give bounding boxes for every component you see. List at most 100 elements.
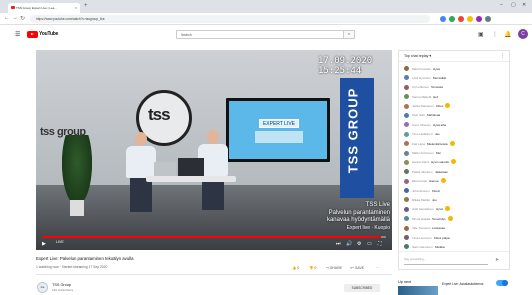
chat-author-avatar[interactable] bbox=[404, 84, 409, 90]
chat-message-list[interactable]: Matti Kuusisto Hyvä Liisa Hyvönen Moi kaikk… bbox=[399, 64, 509, 252]
address-bar[interactable]: https://www.youtube.com/watch?v=tssgroup… bbox=[30, 15, 430, 23]
chat-author-name[interactable]: Liisa Hyvönen bbox=[412, 76, 431, 80]
chat-author-name[interactable]: Riikka Mattila bbox=[412, 198, 430, 202]
chat-message: Elina Koski Hienoa bbox=[399, 177, 509, 186]
chat-author-name[interactable]: Jukka Rantanen bbox=[412, 104, 434, 108]
play-button[interactable]: ▶ bbox=[42, 241, 46, 247]
minimize-button[interactable]: – bbox=[500, 2, 503, 8]
emoji-icon bbox=[448, 215, 453, 221]
chat-message-text: Hei! bbox=[433, 94, 439, 99]
chat-author-avatar[interactable] bbox=[404, 75, 409, 81]
browser-window: TSS Group Expert Live | Lea... × + – ▢ ✕… bbox=[0, 0, 532, 295]
chat-author-avatar[interactable] bbox=[404, 225, 409, 231]
more-actions-icon[interactable]: ⋯ bbox=[376, 266, 380, 270]
save-button[interactable]: ≡+ SAVE bbox=[350, 266, 364, 270]
channel-avatar[interactable]: tss bbox=[37, 282, 48, 293]
next-video-thumbnail[interactable] bbox=[398, 286, 438, 295]
browser-extension-icon[interactable] bbox=[440, 16, 446, 22]
browser-extension-icon[interactable] bbox=[485, 16, 491, 22]
chat-author-name[interactable]: Kati Laine bbox=[412, 142, 425, 146]
chat-author-name[interactable]: Antti Savolainen bbox=[412, 207, 434, 211]
chat-author-name[interactable]: Pekka Järvinen bbox=[412, 170, 433, 174]
chat-author-avatar[interactable] bbox=[404, 235, 409, 241]
subscribe-button[interactable]: SUBSCRIBED bbox=[344, 284, 380, 292]
channel-name[interactable]: TSS Group bbox=[52, 283, 71, 287]
chat-author-avatar[interactable] bbox=[404, 197, 409, 203]
chat-more-icon[interactable]: ⋮ bbox=[500, 53, 505, 59]
close-tab-icon[interactable]: × bbox=[75, 5, 77, 10]
chat-author-name[interactable]: Ville Toivonen bbox=[412, 226, 430, 230]
chat-author-name[interactable]: Minna Hakala bbox=[412, 217, 430, 221]
chat-author-name[interactable]: Sanna Mäkelä bbox=[412, 95, 431, 99]
volume-icon[interactable]: 🔊 bbox=[346, 241, 352, 247]
chat-author-name[interactable]: Anne Virtanen bbox=[412, 123, 431, 127]
chat-author-name[interactable]: Tiina Leinonen bbox=[412, 236, 432, 240]
hamburger-menu-icon[interactable]: ☰ bbox=[15, 31, 20, 38]
video-title: Expert Live: Palvelun parantaminen tekoä… bbox=[36, 256, 134, 261]
chat-author-avatar[interactable] bbox=[404, 141, 409, 147]
video-player[interactable]: tss group tss EXPERT LIVE TSS GROUP 17.0… bbox=[36, 50, 392, 250]
browser-extension-icon[interactable] bbox=[467, 16, 473, 22]
send-icon[interactable]: ➤ bbox=[495, 257, 499, 263]
chat-author-name[interactable]: Mikko Korhonen bbox=[412, 151, 434, 155]
chat-author-name[interactable]: Elina Koski bbox=[412, 179, 427, 183]
search-button[interactable]: ⌕ bbox=[343, 30, 355, 39]
youtube-logo-text[interactable]: YouTube bbox=[39, 31, 58, 37]
new-tab-button[interactable]: + bbox=[84, 3, 88, 9]
chat-author-name[interactable]: Matti Kuusisto bbox=[412, 67, 431, 71]
chat-author-name[interactable]: Petri Salo bbox=[412, 113, 425, 117]
browser-extension-icon[interactable] bbox=[449, 16, 455, 22]
next-icon[interactable]: ⏭ bbox=[336, 241, 341, 247]
chat-author-avatar[interactable] bbox=[404, 66, 409, 71]
close-window-button[interactable]: ✕ bbox=[522, 2, 526, 8]
apps-icon[interactable]: ⋮ bbox=[492, 31, 498, 38]
back-button[interactable]: ← bbox=[4, 15, 10, 21]
chat-author-avatar[interactable] bbox=[404, 169, 409, 175]
forward-button[interactable]: → bbox=[12, 15, 18, 21]
chat-message: Anne Virtanen Hyvä aihe bbox=[399, 120, 509, 129]
chat-author-name[interactable]: Sami Heinonen bbox=[412, 245, 433, 249]
browser-extension-icon[interactable] bbox=[476, 16, 482, 22]
fullscreen-icon[interactable]: ⛶ bbox=[378, 241, 382, 247]
like-button[interactable]: 👍 0 bbox=[292, 266, 299, 270]
chat-author-avatar[interactable] bbox=[404, 188, 409, 194]
chat-author-name[interactable]: Hanna Niemi bbox=[412, 160, 429, 164]
navigation-bar: ← → ↻ https://www.youtube.com/watch?v=ts… bbox=[0, 13, 532, 25]
chat-author-avatar[interactable] bbox=[404, 150, 409, 156]
chat-author-name[interactable]: Ari Lehtonen bbox=[412, 85, 429, 89]
avatar[interactable]: C bbox=[518, 29, 528, 39]
chat-author-avatar[interactable] bbox=[404, 94, 409, 100]
share-button[interactable]: ↪ SHARE bbox=[326, 266, 342, 270]
maximize-button[interactable]: ▢ bbox=[511, 2, 516, 8]
chat-author-name[interactable]: Timo Heikkinen bbox=[412, 132, 433, 136]
tv-display: EXPERT LIVE bbox=[229, 101, 327, 159]
reload-button[interactable]: ↻ bbox=[20, 15, 25, 22]
chat-author-avatar[interactable] bbox=[404, 159, 409, 165]
chat-author-avatar[interactable] bbox=[404, 216, 409, 222]
chat-header[interactable]: Top chat replay ▾ ⋮ bbox=[399, 51, 509, 62]
chat-author-avatar[interactable] bbox=[404, 122, 409, 128]
chat-message-text: Hyvä bbox=[436, 207, 443, 212]
chat-author-avatar[interactable] bbox=[404, 131, 409, 137]
search-input[interactable]: Search bbox=[176, 30, 352, 39]
dislike-button[interactable]: 👎 0 bbox=[309, 266, 316, 270]
browser-tab[interactable]: TSS Group Expert Live | Lea... × bbox=[8, 3, 80, 13]
chat-author-avatar[interactable] bbox=[404, 206, 409, 212]
next-video-title[interactable]: Expert Live: Asiakaskokemus bbox=[442, 282, 483, 286]
chat-message: Kati Laine Mielenkiintoista bbox=[399, 139, 509, 148]
browser-extension-icon[interactable] bbox=[458, 16, 464, 22]
create-video-icon[interactable]: ▣ bbox=[478, 31, 484, 38]
theater-mode-icon[interactable]: ▭ bbox=[367, 241, 372, 247]
chat-author-avatar[interactable] bbox=[404, 178, 409, 184]
youtube-logo-icon[interactable] bbox=[27, 31, 38, 38]
autoplay-toggle[interactable] bbox=[496, 280, 508, 286]
video-progress-bar[interactable] bbox=[42, 236, 386, 238]
chat-author-avatar[interactable] bbox=[404, 244, 409, 250]
chat-author-avatar[interactable] bbox=[404, 112, 409, 118]
chat-input[interactable]: Say something... bbox=[404, 257, 488, 265]
chat-author-avatar[interactable] bbox=[404, 103, 409, 109]
settings-gear-icon[interactable]: ⚙ bbox=[357, 241, 361, 247]
notifications-bell-icon[interactable]: 🔔 bbox=[504, 31, 511, 38]
chat-mode-selector[interactable]: Top chat replay ▾ bbox=[404, 54, 431, 58]
chat-author-name[interactable]: Juha Ahonen bbox=[412, 189, 430, 193]
